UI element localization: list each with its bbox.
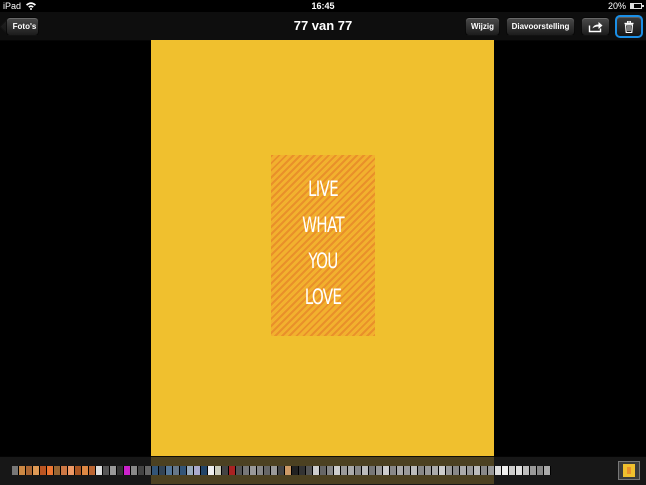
photo-thumbnail[interactable]: [341, 466, 348, 475]
photo-thumbnail[interactable]: [96, 466, 103, 475]
photo-thumbnail[interactable]: [299, 466, 306, 475]
photo-thumbnail[interactable]: [68, 466, 75, 475]
photo-thumbnail[interactable]: [201, 466, 208, 475]
thumbnail-list: [12, 466, 551, 475]
photo-thumbnail[interactable]: [495, 466, 502, 475]
poster-line: YOU: [308, 249, 338, 273]
photo-thumbnail[interactable]: [348, 466, 355, 475]
slideshow-button-label: Diavoorstelling: [511, 22, 570, 31]
photo-thumbnail[interactable]: [355, 466, 362, 475]
poster-line: LOVE: [304, 285, 342, 309]
photo-thumbnail[interactable]: [82, 466, 89, 475]
photo-thumbnail[interactable]: [236, 466, 243, 475]
photo-thumbnail[interactable]: [523, 466, 530, 475]
navigation-bar: Foto's 77 van 77 Wijzig Diavoorstelling: [0, 12, 646, 41]
photo-thumbnail[interactable]: [502, 466, 509, 475]
photo-thumbnail[interactable]: [334, 466, 341, 475]
photo-thumbnail[interactable]: [131, 466, 138, 475]
photo-thumbnail[interactable]: [243, 466, 250, 475]
photo-thumbnail[interactable]: [467, 466, 474, 475]
photo-thumbnail[interactable]: [194, 466, 201, 475]
photo-thumbnail[interactable]: [327, 466, 334, 475]
photo-thumbnail[interactable]: [54, 466, 61, 475]
photo-thumbnail[interactable]: [537, 466, 544, 475]
photo-thumbnail[interactable]: [75, 466, 82, 475]
photo-thumbnail[interactable]: [19, 466, 26, 475]
current-photo-thumbnail[interactable]: [618, 461, 640, 480]
photo-thumbnail[interactable]: [383, 466, 390, 475]
photo-thumbnail[interactable]: [264, 466, 271, 475]
photo-thumbnail[interactable]: [208, 466, 215, 475]
photo-thumbnail[interactable]: [488, 466, 495, 475]
photo-thumbnail[interactable]: [145, 466, 152, 475]
photo-thumbnail[interactable]: [124, 466, 131, 475]
photo-thumbnail[interactable]: [369, 466, 376, 475]
poster-line: LIVE: [308, 177, 339, 201]
photo-thumbnail[interactable]: [439, 466, 446, 475]
photo-thumbnail[interactable]: [313, 466, 320, 475]
photo-thumbnail[interactable]: [418, 466, 425, 475]
photo-thumbnail[interactable]: [26, 466, 33, 475]
battery-percentage: 20%: [607, 1, 626, 11]
delete-button[interactable]: [615, 15, 643, 38]
photo-thumbnail[interactable]: [362, 466, 369, 475]
photo-thumbnail[interactable]: [187, 466, 194, 475]
photo-thumbnail[interactable]: [229, 466, 236, 475]
photo-thumbnail[interactable]: [159, 466, 166, 475]
photo-thumbnail[interactable]: [453, 466, 460, 475]
photo-thumbnail[interactable]: [320, 466, 327, 475]
photo-thumbnail[interactable]: [110, 466, 117, 475]
photo-thumbnail[interactable]: [411, 466, 418, 475]
photo-thumbnail[interactable]: [530, 466, 537, 475]
battery-icon: [630, 3, 644, 9]
edit-button[interactable]: Wijzig: [465, 17, 500, 36]
status-bar: iPad 16:45 20%: [0, 0, 646, 12]
photo-thumbnail[interactable]: [306, 466, 313, 475]
photo-thumbnail[interactable]: [460, 466, 467, 475]
photo-thumbnail[interactable]: [152, 466, 159, 475]
photo-thumbnail[interactable]: [278, 466, 285, 475]
photo-thumbnail[interactable]: [285, 466, 292, 475]
photo-thumbnail[interactable]: [474, 466, 481, 475]
photo-thumbnail[interactable]: [166, 466, 173, 475]
photo-thumbnail[interactable]: [33, 466, 40, 475]
photo-thumbnail[interactable]: [215, 466, 222, 475]
photo-thumbnail[interactable]: [481, 466, 488, 475]
edit-button-label: Wijzig: [470, 22, 495, 31]
thumbnail-filmstrip[interactable]: [0, 456, 646, 485]
photo-thumbnail[interactable]: [425, 466, 432, 475]
photo-thumbnail[interactable]: [292, 466, 299, 475]
photo-thumbnail[interactable]: [180, 466, 187, 475]
photo-thumbnail[interactable]: [257, 466, 264, 475]
photo-thumbnail[interactable]: [117, 466, 124, 475]
photo-thumbnail[interactable]: [376, 466, 383, 475]
photo-thumbnail[interactable]: [250, 466, 257, 475]
photo-thumbnail[interactable]: [404, 466, 411, 475]
photo-thumbnail[interactable]: [390, 466, 397, 475]
photo-thumbnail[interactable]: [222, 466, 229, 475]
poster-graphic: LIVE WHAT YOU LOVE: [271, 155, 375, 336]
poster-line: WHAT: [302, 213, 345, 237]
photo-thumbnail[interactable]: [509, 466, 516, 475]
photo-thumbnail[interactable]: [12, 466, 19, 475]
photo-thumbnail[interactable]: [397, 466, 404, 475]
trash-icon: [624, 20, 634, 33]
photo-thumbnail[interactable]: [173, 466, 180, 475]
photo-thumbnail[interactable]: [544, 466, 551, 475]
share-button[interactable]: [581, 17, 610, 36]
photo-thumbnail[interactable]: [47, 466, 54, 475]
slideshow-button[interactable]: Diavoorstelling: [506, 17, 575, 36]
clock: 16:45: [311, 1, 335, 11]
photo-thumbnail[interactable]: [61, 466, 68, 475]
photo-thumbnail[interactable]: [432, 466, 439, 475]
full-screen-photo[interactable]: LIVE WHAT YOU LOVE: [151, 40, 494, 484]
photo-thumbnail[interactable]: [103, 466, 110, 475]
photo-thumbnail[interactable]: [446, 466, 453, 475]
share-icon: [588, 21, 602, 32]
photo-thumbnail[interactable]: [138, 466, 145, 475]
photo-thumbnail[interactable]: [271, 466, 278, 475]
photo-thumbnail[interactable]: [89, 466, 96, 475]
photo-thumbnail[interactable]: [40, 466, 47, 475]
photo-thumbnail[interactable]: [516, 466, 523, 475]
